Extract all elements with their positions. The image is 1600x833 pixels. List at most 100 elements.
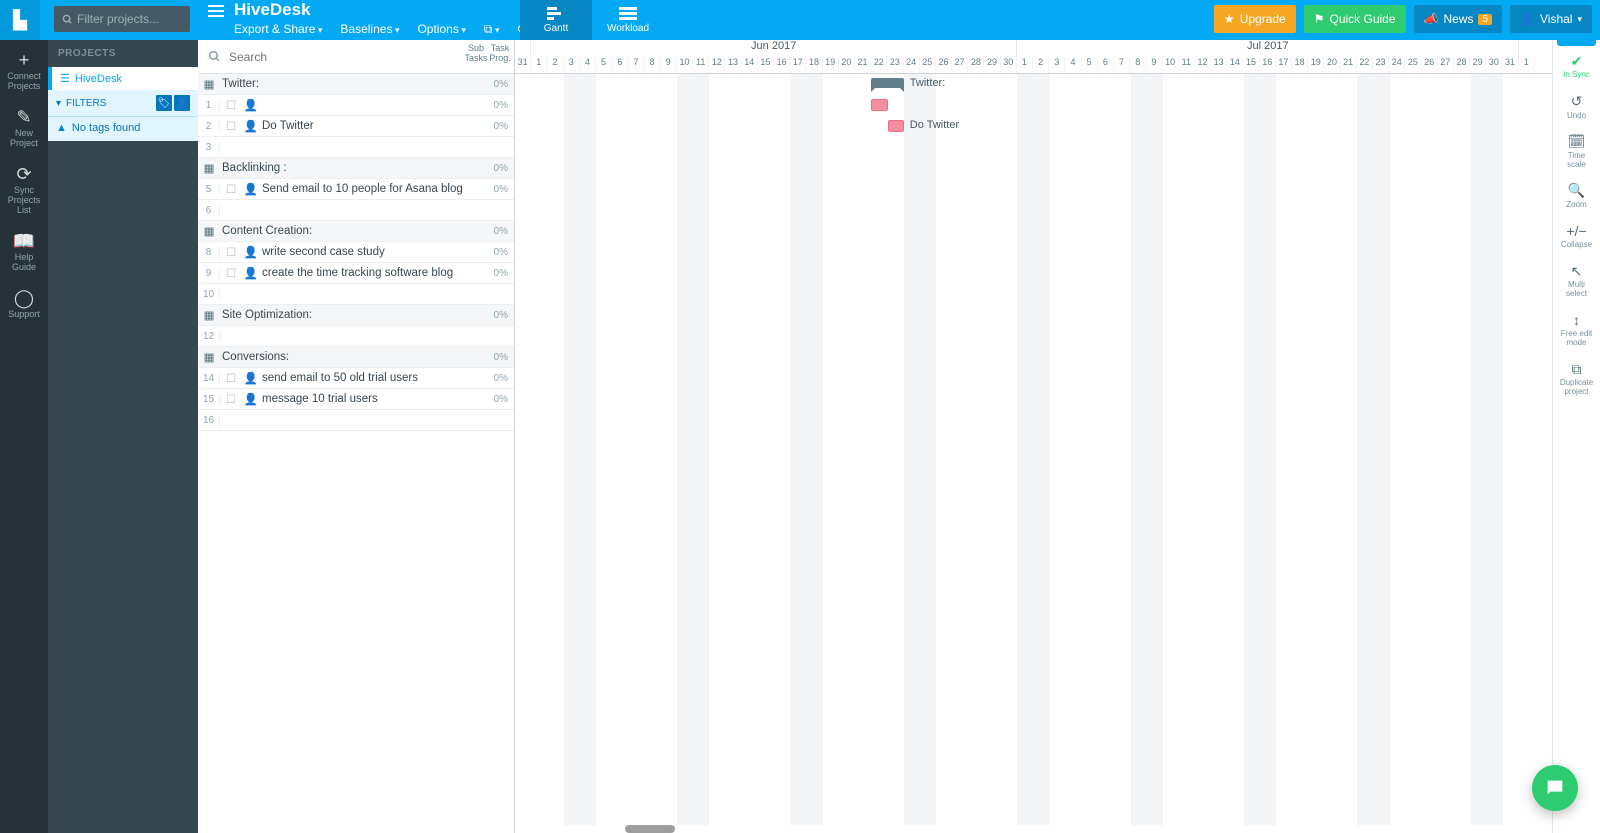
task-row[interactable]: 10 [198, 284, 514, 305]
menu-export-share[interactable]: Export & Share [234, 22, 322, 37]
undo-icon: ↺ [1555, 94, 1598, 109]
quick-guide-button[interactable]: ⚑Quick Guide [1304, 5, 1406, 33]
filters-row[interactable]: ▾FILTERS 🏷 👤 [48, 90, 198, 116]
collapse-icon[interactable]: ▦ [198, 77, 220, 91]
day-label: 8 [1130, 57, 1146, 73]
task-row[interactable]: 1☐👤0% [198, 95, 514, 116]
group-row[interactable]: ▦Twitter:0% [198, 74, 514, 95]
news-button[interactable]: 📣News5 [1414, 5, 1503, 33]
day-label: 27 [1438, 57, 1454, 73]
group-row[interactable]: ▦Conversions:0% [198, 347, 514, 368]
checkbox[interactable]: ☐ [220, 182, 242, 196]
tool-collapse[interactable]: +/−Collapse [1553, 216, 1600, 256]
day-label: 8 [645, 57, 661, 73]
group-pct: 0% [486, 226, 514, 237]
group-row[interactable]: ▦Backlinking :0% [198, 158, 514, 179]
month-header: Jun 2017Jul 2017 [515, 40, 1552, 57]
task-row[interactable]: 12 [198, 326, 514, 347]
project-panel: PROJECTS ☰ HiveDesk ▾FILTERS 🏷 👤 ▲ No ta… [48, 40, 198, 833]
chat-launcher[interactable] [1532, 765, 1578, 811]
menu-options[interactable]: Options [417, 22, 465, 37]
nav-support[interactable]: ◯Support [0, 278, 48, 325]
upgrade-button[interactable]: ★Upgrade [1214, 5, 1296, 33]
tab-workload[interactable]: Workload [592, 0, 664, 40]
star-icon: ★ [1224, 12, 1235, 26]
task-pct: 0% [486, 373, 514, 384]
task-row[interactable]: 15☐👤message 10 trial users0% [198, 389, 514, 410]
group-label: Content Creation: [220, 225, 486, 237]
task-bar[interactable] [888, 120, 904, 132]
assignee-icon[interactable]: 👤 [242, 266, 260, 280]
day-label: 10 [677, 57, 693, 73]
tool-free-edit[interactable]: ↕Free editmode [1553, 305, 1600, 354]
app-logo[interactable]: ▙ [0, 0, 40, 40]
title-block: HiveDesk Export & Share Baselines Option… [234, 0, 528, 37]
gantt-chart-area[interactable]: Twitter:Do Twitter [515, 74, 1552, 825]
assignee-icon[interactable]: 👤 [242, 245, 260, 259]
checkbox[interactable]: ☐ [220, 266, 242, 280]
day-label: 9 [661, 57, 677, 73]
assignee-icon[interactable]: 👤 [242, 182, 260, 196]
task-grid: SubTasks TaskProg. ▦Twitter:0%1☐👤0%2☐👤Do… [198, 40, 515, 833]
checkbox[interactable]: ☐ [220, 245, 242, 259]
nav-new-project[interactable]: ✎NewProject [0, 97, 48, 154]
assignee-icon[interactable]: 👤 [242, 371, 260, 385]
assignee-icon[interactable]: 👤 [242, 98, 260, 112]
user-filter-icon[interactable]: 👤 [174, 95, 190, 111]
tool-duplicate-project[interactable]: ⧉Duplicateproject [1553, 354, 1600, 403]
free-edit-icon: ↕ [1555, 313, 1598, 328]
group-row[interactable]: ▦Site Optimization:0% [198, 305, 514, 326]
task-pct: 0% [486, 184, 514, 195]
task-row[interactable]: 9☐👤create the time tracking software blo… [198, 263, 514, 284]
grid-search-input[interactable] [229, 50, 504, 64]
collapse-icon[interactable]: ▦ [198, 161, 220, 175]
tool-multi-select[interactable]: ↖Multiselect [1553, 256, 1600, 305]
task-pct: 0% [486, 121, 514, 132]
day-header: 3112345678910111213141516171819202122232… [515, 57, 1552, 74]
group-row[interactable]: ▦Content Creation:0% [198, 221, 514, 242]
task-row[interactable]: 5☐👤Send email to 10 people for Asana blo… [198, 179, 514, 200]
row-number: 2 [198, 121, 220, 132]
filter-projects-input[interactable]: Filter projects... [54, 6, 190, 32]
tool-zoom[interactable]: 🔍Zoom [1553, 175, 1600, 215]
news-badge: 5 [1478, 14, 1492, 25]
horizontal-scrollbar[interactable] [625, 825, 675, 833]
summary-bar[interactable] [871, 78, 903, 88]
task-row[interactable]: 2☐👤Do Twitter0% [198, 116, 514, 137]
assignee-icon[interactable]: 👤 [242, 119, 260, 133]
gantt-chart[interactable]: Jun 2017Jul 2017 31123456789101112131415… [515, 40, 1552, 833]
checkbox[interactable]: ☐ [220, 371, 242, 385]
project-item-hivedesk[interactable]: ☰ HiveDesk [48, 67, 198, 90]
checkbox[interactable]: ☐ [220, 119, 242, 133]
task-row[interactable]: 6 [198, 200, 514, 221]
day-label: 30 [1001, 57, 1017, 73]
group-pct: 0% [486, 310, 514, 321]
assignee-icon[interactable]: 👤 [242, 392, 260, 406]
menu-baselines[interactable]: Baselines [340, 22, 399, 37]
collapse-icon[interactable]: ▦ [198, 224, 220, 238]
tag-filter-icon[interactable]: 🏷 [156, 95, 172, 111]
tool-undo[interactable]: ↺Undo [1553, 86, 1600, 126]
nav-connect-projects[interactable]: +ConnectProjects [0, 40, 48, 97]
tool-time-scale[interactable]: 🗓Timescale [1553, 126, 1600, 175]
grid-col-headers: SubTasks TaskProg. [464, 44, 512, 64]
top-bar: ▙ Filter projects... HiveDesk Export & S… [0, 0, 1600, 40]
nav-help-guide[interactable]: 📖HelpGuide [0, 221, 48, 278]
user-menu[interactable]: 👤Vishal [1510, 5, 1592, 33]
day-label: 13 [1211, 57, 1227, 73]
collapse-icon[interactable]: ▦ [198, 350, 220, 364]
tool-in-sync[interactable]: ✔In Sync [1553, 46, 1600, 86]
task-bar[interactable] [871, 99, 887, 111]
collapse-icon[interactable]: ▦ [198, 308, 220, 322]
checkbox[interactable]: ☐ [220, 392, 242, 406]
task-row[interactable]: 16 [198, 410, 514, 431]
task-row[interactable]: 14☐👤send email to 50 old trial users0% [198, 368, 514, 389]
task-row[interactable]: 8☐👤write second case study0% [198, 242, 514, 263]
menu-toggle[interactable] [208, 5, 224, 24]
tab-gantt[interactable]: Gantt [520, 0, 592, 40]
nav-sync-projects[interactable]: ⟳Sync ProjectsList [0, 154, 48, 221]
checkbox[interactable]: ☐ [220, 98, 242, 112]
task-row[interactable]: 3 [198, 137, 514, 158]
col-task-prog: TaskProg. [488, 44, 512, 64]
menu-columns[interactable]: ⧉ [484, 22, 500, 37]
